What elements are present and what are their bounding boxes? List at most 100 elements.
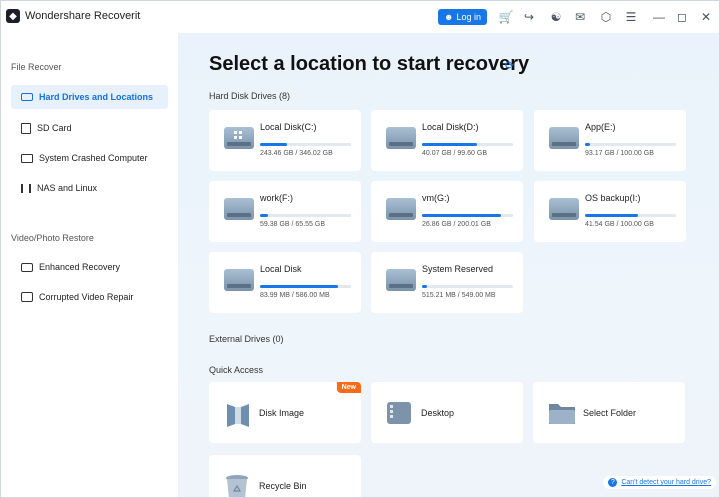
disk-image-card[interactable]: Disk Image New — [209, 382, 361, 443]
drive-icon — [386, 269, 416, 291]
desktop-icon — [387, 402, 411, 424]
drive-icon — [386, 127, 416, 149]
section-file-recover: File Recover — [11, 62, 62, 72]
sidebar-item-video-repair[interactable]: Corrupted Video Repair — [11, 285, 168, 309]
monitor-icon — [21, 153, 33, 163]
drive-card[interactable]: Local Disk(C:) 243.46 GB / 346.02 GB — [209, 110, 361, 171]
sidebar-item-label: Enhanced Recovery — [39, 262, 121, 272]
quick-label: Select Folder — [583, 408, 637, 418]
usage-bar — [260, 143, 351, 146]
drive-card[interactable]: Local Disk 83.99 MB / 586.00 MB — [209, 252, 361, 313]
headset-icon[interactable]: ☯ — [548, 8, 564, 26]
usage-fill — [422, 143, 477, 146]
drive-name: Local Disk(D:) — [422, 122, 479, 132]
usage-bar — [585, 214, 676, 217]
drive-name: vm(G:) — [422, 193, 450, 203]
title-bar: ◆ Wondershare Recoverit ☻ Log in 🛒 ↪ ☯ ✉… — [1, 1, 719, 33]
usage-fill — [260, 285, 339, 288]
select-folder-card[interactable]: Select Folder — [533, 382, 685, 443]
minimize-icon[interactable]: — — [651, 8, 667, 26]
hard-disk-drives-label: Hard Disk Drives (8) — [209, 91, 291, 101]
drive-name: Local Disk(C:) — [260, 122, 317, 132]
drive-name: System Reserved — [422, 264, 494, 274]
folder-icon — [549, 404, 575, 424]
menu-icon[interactable]: ☰ — [623, 8, 639, 26]
drive-card[interactable]: Local Disk(D:) 40.07 GB / 99.60 GB — [371, 110, 523, 171]
sidebar-item-crashed-computer[interactable]: System Crashed Computer — [11, 146, 168, 170]
sidebar-item-sd-card[interactable]: SD Card — [11, 116, 168, 140]
drive-icon — [224, 269, 254, 291]
drive-card[interactable]: OS backup(I:) 41.54 GB / 100.00 GB — [534, 181, 686, 242]
login-button[interactable]: ☻ Log in — [438, 9, 487, 25]
usage-fill — [422, 214, 502, 217]
drive-name: App(E:) — [585, 122, 616, 132]
app-logo-icon: ◆ — [6, 9, 20, 23]
recycle-bin-icon — [226, 475, 248, 497]
cube-icon[interactable]: ⬡ — [598, 8, 614, 26]
windows-drive-icon — [224, 127, 254, 149]
drive-card[interactable]: work(F:) 59.38 GB / 65.55 GB — [209, 181, 361, 242]
drive-card[interactable]: vm(G:) 26.86 GB / 200.01 GB — [371, 181, 523, 242]
disk-image-icon — [227, 404, 249, 427]
drive-icon — [549, 198, 579, 220]
drive-icon — [224, 198, 254, 220]
sign-in-icon[interactable]: ↪ — [521, 8, 537, 26]
usage-fill — [422, 285, 428, 288]
drive-name: Local Disk — [260, 264, 302, 274]
help-link[interactable]: ? Can't detect your hard drive? — [603, 476, 716, 489]
mail-icon[interactable]: ✉ — [572, 8, 588, 26]
question-icon: ? — [608, 478, 618, 487]
usage-bar — [422, 143, 513, 146]
usage-fill — [260, 143, 288, 146]
drive-size: 93.17 GB / 100.00 GB — [585, 150, 654, 157]
drive-icon — [386, 198, 416, 220]
camera-icon — [21, 262, 33, 272]
recycle-bin-card[interactable]: Recycle Bin — [209, 455, 361, 497]
hard-drive-icon — [21, 93, 33, 101]
close-icon[interactable]: ✕ — [698, 8, 714, 26]
usage-bar — [260, 214, 351, 217]
page-title: Select a location to start recovery — [209, 53, 530, 75]
sidebar-item-label: NAS and Linux — [37, 183, 98, 193]
drive-size: 83.99 MB / 586.00 MB — [260, 292, 330, 299]
drive-card[interactable]: App(E:) 93.17 GB / 100.00 GB — [534, 110, 686, 171]
sidebar-item-enhanced-recovery[interactable]: Enhanced Recovery — [11, 255, 168, 279]
sidebar-item-label: SD Card — [37, 123, 72, 133]
app-window: ◆ Wondershare Recoverit ☻ Log in 🛒 ↪ ☯ ✉… — [0, 0, 720, 498]
sidebar-item-label: System Crashed Computer — [39, 153, 148, 163]
refresh-icon[interactable]: ⟳ — [505, 59, 514, 72]
quick-label: Disk Image — [259, 408, 305, 418]
drive-size: 40.07 GB / 99.60 GB — [422, 150, 487, 157]
sidebar-item-hard-drives[interactable]: Hard Drives and Locations — [11, 85, 168, 109]
new-badge: New — [336, 382, 361, 393]
sidebar-item-label: Hard Drives and Locations — [39, 92, 154, 102]
usage-bar — [422, 285, 513, 288]
usage-fill — [585, 214, 638, 217]
drive-icon — [549, 127, 579, 149]
drive-size: 41.54 GB / 100.00 GB — [585, 221, 654, 228]
drive-name: work(F:) — [260, 193, 293, 203]
desktop-card[interactable]: Desktop — [371, 382, 523, 443]
cart-icon[interactable]: 🛒 — [498, 8, 514, 26]
drive-name: OS backup(I:) — [585, 193, 641, 203]
drive-size: 515.21 MB / 549.00 MB — [422, 292, 496, 299]
sd-card-icon — [21, 122, 31, 134]
usage-fill — [585, 143, 590, 146]
section-video-photo: Video/Photo Restore — [11, 233, 94, 243]
maximize-icon[interactable]: ◻ — [674, 8, 690, 26]
video-repair-icon — [21, 292, 33, 302]
nas-icon — [21, 183, 31, 193]
quick-access-label: Quick Access — [209, 365, 264, 375]
drive-card[interactable]: System Reserved 515.21 MB / 549.00 MB — [371, 252, 523, 313]
external-drives-label: External Drives (0) — [209, 334, 284, 344]
usage-bar — [260, 285, 351, 288]
sidebar-item-label: Corrupted Video Repair — [39, 292, 134, 302]
person-icon: ☻ — [443, 12, 454, 22]
usage-fill — [260, 214, 269, 217]
app-title: Wondershare Recoverit — [25, 10, 141, 22]
sidebar: File Recover Hard Drives and Locations S… — [1, 33, 178, 497]
sidebar-item-nas-linux[interactable]: NAS and Linux — [11, 176, 168, 200]
drive-size: 26.86 GB / 200.01 GB — [422, 221, 491, 228]
help-text: Can't detect your hard drive? — [621, 479, 711, 486]
quick-label: Recycle Bin — [259, 481, 307, 491]
